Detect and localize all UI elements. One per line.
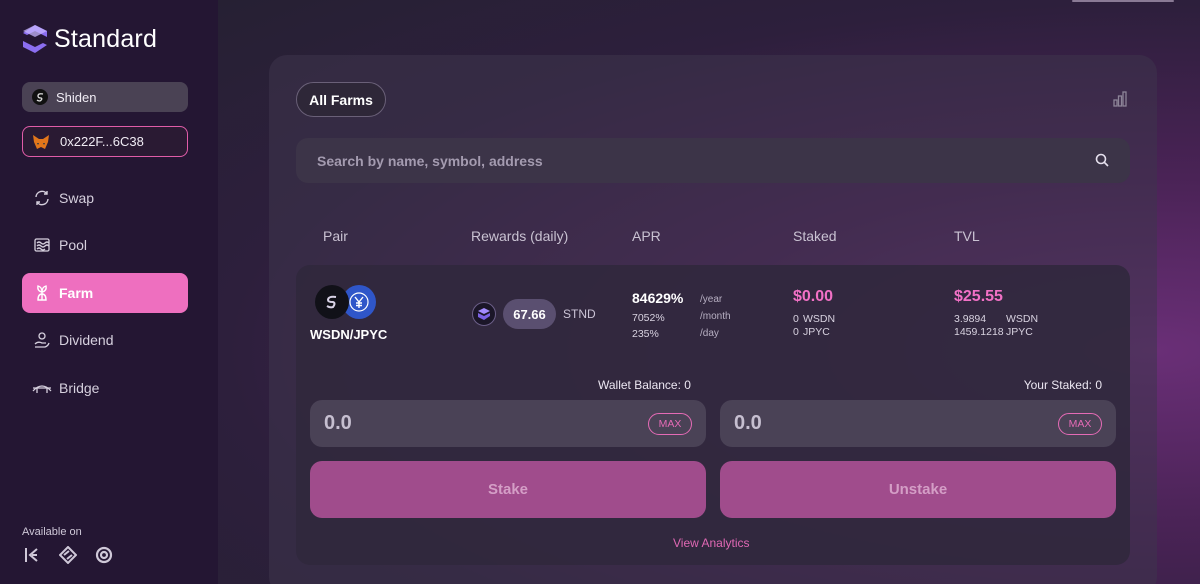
main-nav: Swap Pool Farm Dividend Bridge	[22, 178, 188, 415]
shiden-network-icon	[32, 89, 48, 105]
dividend-icon	[32, 330, 52, 350]
apr-yearly-unit: /year	[700, 294, 723, 305]
nav-item-bridge[interactable]: Bridge	[22, 368, 188, 408]
nav-item-dividend[interactable]: Dividend	[22, 320, 188, 360]
tvl-wsdn-symbol: WSDN	[1006, 313, 1039, 325]
stake-amount-value: 0.0	[324, 412, 352, 434]
nav-label-swap: Swap	[59, 190, 95, 206]
wallet-address-button[interactable]: 0x222F...6C38	[22, 126, 188, 157]
apr-monthly-unit: /month	[700, 311, 731, 322]
network-label: Shiden	[56, 89, 97, 105]
nav-label-farm: Farm	[59, 284, 94, 301]
column-header-tvl: TVL	[954, 228, 980, 244]
stake-button[interactable]: Stake	[310, 461, 706, 518]
nav-item-pool[interactable]: Pool	[22, 225, 188, 265]
wallet-address: 0x222F...6C38	[60, 134, 144, 149]
column-header-staked: Staked	[793, 228, 837, 244]
tvl-jpyc-symbol: JPYC	[1006, 326, 1033, 338]
unstake-button[interactable]: Unstake	[720, 461, 1116, 518]
staked-usd-value: $0.00	[793, 288, 834, 305]
chain-diamond-icon[interactable]	[58, 545, 78, 565]
staked-wsdn-amount: 0	[793, 313, 799, 325]
column-header-apr: APR	[632, 228, 661, 244]
unstake-amount-input[interactable]: 0.0 MAX	[720, 400, 1116, 447]
search-icon[interactable]	[1095, 153, 1110, 168]
apr-daily: 235%	[632, 328, 659, 340]
wallet-balance: Wallet Balance: 0	[598, 378, 691, 392]
all-farms-filter-button[interactable]: All Farms	[296, 82, 386, 117]
nav-item-swap[interactable]: Swap	[22, 178, 188, 218]
farm-search-bar	[296, 138, 1130, 183]
nav-label-dividend: Dividend	[59, 332, 114, 349]
pair-name: WSDN/JPYC	[310, 327, 388, 342]
tvl-usd-value: $25.55	[954, 288, 1003, 305]
swap-icon	[32, 188, 52, 208]
app-name: Standard	[54, 24, 158, 53]
nav-label-pool: Pool	[59, 237, 88, 254]
view-analytics-link[interactable]: View Analytics	[673, 536, 749, 550]
network-selector[interactable]: Shiden	[22, 82, 188, 112]
kucoin-icon[interactable]	[22, 545, 42, 565]
reward-symbol: STND	[563, 307, 596, 321]
staked-wsdn-symbol: WSDN	[803, 313, 836, 325]
top-edge-decoration	[1072, 0, 1174, 2]
stnd-token-icon	[472, 302, 496, 326]
apr-daily-unit: /day	[700, 328, 719, 339]
column-header-rewards: Rewards (daily)	[471, 228, 569, 244]
unstake-max-button[interactable]: MAX	[1058, 413, 1102, 435]
stake-amount-input[interactable]: 0.0 MAX	[310, 400, 706, 447]
chain-icons	[22, 545, 114, 565]
tvl-jpyc-amount: 1459.1218	[954, 326, 1004, 338]
nav-item-farm[interactable]: Farm	[22, 272, 188, 313]
wsdn-token-icon	[315, 285, 349, 319]
nav-label-bridge: Bridge	[59, 379, 100, 396]
bar-chart-icon[interactable]	[1112, 91, 1130, 109]
metamask-fox-icon	[33, 134, 49, 149]
unstake-amount-value: 0.0	[734, 412, 762, 434]
tvl-wsdn-amount: 3.9894	[954, 313, 987, 325]
search-input[interactable]	[317, 152, 1077, 169]
app-logo[interactable]: Standard	[22, 24, 157, 54]
apr-monthly: 7052%	[632, 312, 665, 324]
chain-ring-icon[interactable]	[94, 545, 114, 565]
farm-icon	[32, 283, 52, 303]
staked-jpyc-amount: 0	[793, 326, 799, 338]
daily-reward-amount: 67.66	[503, 299, 556, 329]
your-staked: Your Staked: 0	[1023, 378, 1102, 392]
staked-jpyc-symbol: JPYC	[803, 326, 830, 338]
pool-icon	[32, 235, 52, 255]
bridge-icon	[32, 378, 52, 398]
apr-yearly: 84629%	[632, 290, 684, 306]
available-on-label: Available on	[22, 526, 82, 538]
standard-logo-icon	[23, 25, 47, 53]
column-header-pair: Pair	[323, 228, 348, 244]
stake-max-button[interactable]: MAX	[648, 413, 692, 435]
